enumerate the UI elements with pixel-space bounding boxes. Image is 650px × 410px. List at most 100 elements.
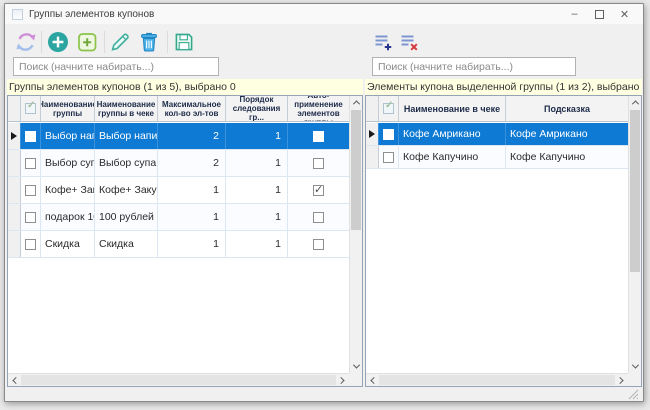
cell-order: 1	[226, 150, 288, 176]
cell-name: Кофе Амрикано	[399, 123, 506, 145]
select-all-checkbox[interactable]	[379, 96, 399, 121]
window-controls: – ✕	[562, 5, 637, 23]
row-checkbox	[25, 158, 36, 169]
column-header-hint[interactable]: Подсказка	[506, 96, 628, 121]
add-copy-button[interactable]	[75, 30, 99, 54]
resize-grip[interactable]	[628, 387, 639, 398]
column-header-name[interactable]: Наименование группы	[41, 96, 95, 121]
cell-max: 1	[158, 177, 226, 203]
vertical-scrollbar	[628, 96, 641, 373]
row-checkbox	[383, 152, 394, 163]
add-items-button[interactable]	[373, 32, 394, 53]
row-indicator	[8, 204, 21, 230]
scroll-right-button[interactable]	[615, 374, 628, 387]
table-row[interactable]: Кофе+ Закусь в ... Кофе+ Закусь в ... 1 …	[8, 177, 349, 204]
row-checkbox-cell[interactable]	[21, 177, 41, 203]
chevron-down-icon	[632, 362, 639, 369]
column-header-name-receipt[interactable]: Наименование в чеке	[399, 96, 506, 121]
remove-items-button[interactable]	[399, 32, 420, 53]
horizontal-scrollbar-thumb[interactable]	[21, 375, 336, 385]
row-checkbox	[383, 129, 394, 140]
refresh-button[interactable]	[14, 30, 38, 54]
row-indicator	[8, 150, 21, 176]
cell-name: подарок 100руб.	[41, 204, 95, 230]
column-header-order[interactable]: Порядок следования гр...	[226, 96, 288, 121]
scroll-down-button[interactable]	[629, 360, 642, 373]
cell-order: 1	[226, 231, 288, 257]
row-indicator	[8, 123, 21, 149]
table-row[interactable]: Выбор супа по к... Выбор супа по к... 2 …	[8, 150, 349, 177]
table-row[interactable]: подарок 100руб. 100 рублей в по... 1 1	[8, 204, 349, 231]
row-checkbox	[25, 131, 36, 142]
table-row[interactable]: Кофе Капучино Кофе Капучино	[366, 146, 628, 169]
row-checkbox-cell[interactable]	[21, 150, 41, 176]
edit-icon	[108, 30, 132, 54]
table-row[interactable]: Скидка Скидка 1 1	[8, 231, 349, 258]
column-header-name-receipt[interactable]: Наименование группы в чеке	[95, 96, 158, 121]
scroll-left-button[interactable]	[8, 374, 21, 387]
cell-receipt: Выбор напитка ...	[95, 123, 158, 149]
table-row[interactable]: Кофе Амрикано Кофе Амрикано	[366, 123, 628, 146]
select-all-checkbox[interactable]	[21, 96, 41, 121]
row-checkbox	[25, 212, 36, 223]
cell-auto-apply[interactable]	[288, 123, 349, 149]
close-button[interactable]: ✕	[612, 5, 637, 23]
scroll-right-button[interactable]	[336, 374, 349, 387]
groups-table-body: Выбор напитка ... Выбор напитка ... 2 1 …	[8, 123, 349, 373]
save-button[interactable]	[172, 30, 196, 54]
cell-name: Выбор напитка ...	[41, 123, 95, 149]
edit-button[interactable]	[108, 30, 132, 54]
cell-auto-apply[interactable]	[288, 231, 349, 257]
row-checkbox-cell[interactable]	[21, 123, 41, 149]
cell-max: 2	[158, 150, 226, 176]
column-header-max-count[interactable]: Максимальное кол-во эл-тов	[158, 96, 226, 121]
row-checkbox-cell[interactable]	[21, 231, 41, 257]
cell-name: Скидка	[41, 231, 95, 257]
select-all-check-icon	[383, 103, 394, 114]
search-input[interactable]	[13, 57, 219, 76]
vertical-scrollbar-thumb[interactable]	[630, 110, 640, 272]
cell-auto-apply[interactable]	[288, 204, 349, 230]
table-row[interactable]: Выбор напитка ... Выбор напитка ... 2 1	[8, 123, 349, 150]
row-checkbox-cell[interactable]	[379, 146, 399, 168]
app-window: Группы элементов купонов – ✕	[4, 3, 644, 402]
cell-auto-apply[interactable]	[288, 177, 349, 203]
cell-name: Кофе Капучино	[399, 146, 506, 168]
cell-order: 1	[226, 123, 288, 149]
cell-hint: Кофе Капучино	[506, 146, 628, 168]
column-header-auto-apply[interactable]: Авто-применение элементов группы	[288, 96, 349, 121]
cell-auto-apply[interactable]	[288, 150, 349, 176]
add-button[interactable]	[46, 30, 70, 54]
toolbar-separator	[41, 31, 42, 53]
cell-max: 1	[158, 204, 226, 230]
cell-max: 1	[158, 231, 226, 257]
save-icon	[172, 30, 196, 54]
row-checkbox-cell[interactable]	[379, 123, 399, 145]
right-info-bar: Элементы купона выделенной группы (1 из …	[365, 79, 642, 95]
toolbar-separator	[104, 31, 105, 53]
elements-table-header: Наименование в чеке Подсказка	[366, 96, 628, 122]
add-icon	[46, 30, 70, 54]
toolbar-separator	[167, 31, 168, 53]
maximize-icon	[595, 10, 604, 19]
delete-button[interactable]	[137, 30, 161, 54]
search-input-right[interactable]	[372, 57, 576, 76]
chevron-right-icon	[617, 377, 624, 384]
current-row-arrow-icon	[369, 130, 375, 138]
minimize-button[interactable]: –	[562, 5, 587, 23]
horizontal-scrollbar-thumb[interactable]	[379, 375, 615, 385]
row-indicator	[366, 146, 379, 168]
scroll-up-button[interactable]	[629, 96, 642, 109]
trash-icon	[137, 30, 161, 54]
maximize-button[interactable]	[587, 5, 612, 23]
scrollbar-corner	[349, 373, 362, 386]
chevron-left-icon	[12, 377, 19, 384]
scroll-left-button[interactable]	[366, 374, 379, 387]
row-checkbox-cell[interactable]	[21, 204, 41, 230]
chevron-down-icon	[353, 362, 360, 369]
cell-order: 1	[226, 204, 288, 230]
groups-table: Наименование группы Наименование группы …	[7, 95, 363, 387]
title-bar[interactable]: Группы элементов купонов – ✕	[5, 4, 643, 24]
row-indicator	[366, 123, 379, 145]
vertical-scrollbar-thumb[interactable]	[351, 110, 361, 230]
